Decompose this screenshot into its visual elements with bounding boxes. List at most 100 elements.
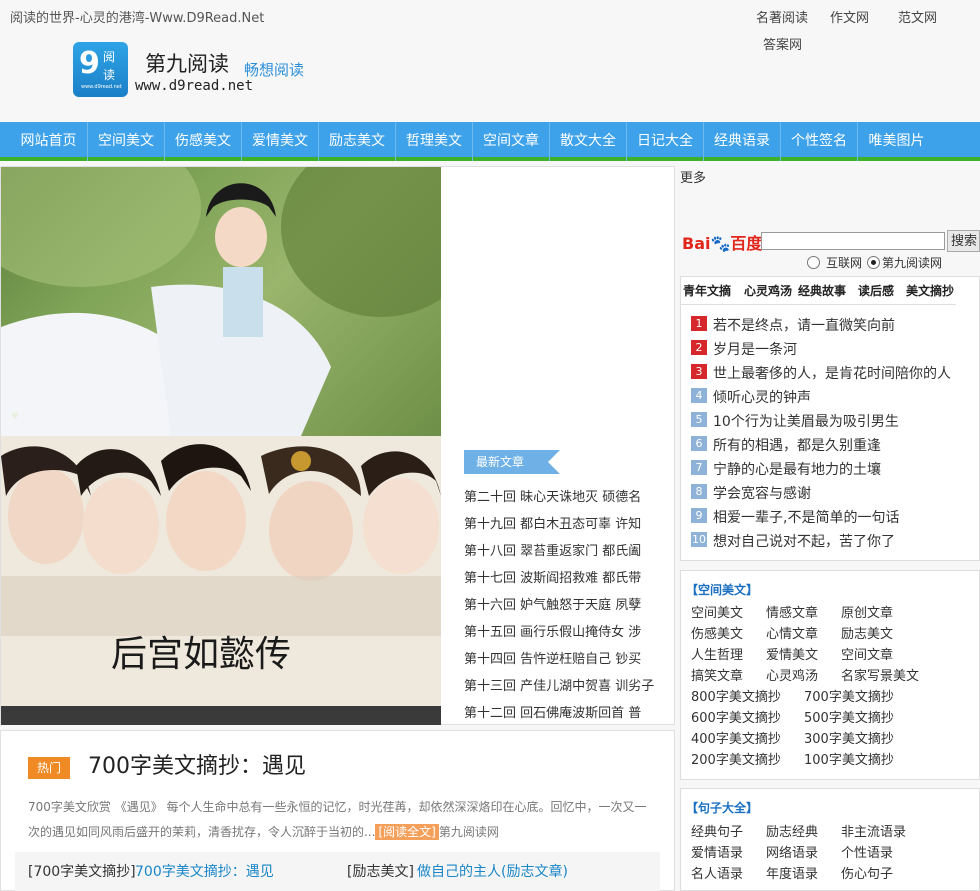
latest-item[interactable]: 第十九回 都白木丑态可辜 许知 [464, 513, 670, 532]
rank-item[interactable]: 相爱一辈子,不是简单的一句话 [713, 507, 899, 527]
category-link[interactable]: 800字美文摘抄 [691, 686, 781, 705]
rank-item[interactable]: 10个行为让美眉最为吸引男生 [713, 411, 899, 431]
nav-home[interactable]: 网站首页 [10, 122, 88, 161]
tab-qingnian-wenzhai[interactable]: 青年文摘 [683, 282, 731, 299]
rank-number: 3 [691, 364, 707, 379]
category-link[interactable]: 空间文章 [841, 644, 893, 663]
read-more-link[interactable]: [阅读全文] [375, 824, 439, 840]
radio-d9read-label: 第九阅读网 [882, 256, 943, 270]
hot-list-link[interactable]: 700字美文摘抄：遇见 [135, 861, 274, 881]
latest-item[interactable]: 第十四回 告忤逆枉赔自己 钞买 [464, 648, 670, 667]
search-button[interactable]: 搜索 [947, 230, 980, 252]
rank-number: 9 [691, 508, 707, 523]
tab-divider [681, 304, 956, 305]
summary-source: 第九阅读网 [438, 825, 499, 839]
rank-item[interactable]: 世上最奢侈的人，是肯花时间陪你的人 [713, 363, 951, 383]
category-link[interactable]: 500字美文摘抄 [804, 707, 894, 726]
more-link[interactable]: 更多 [680, 167, 706, 186]
hot-list-category[interactable]: [励志美文] [347, 861, 414, 881]
radio-d9read[interactable] [867, 256, 880, 269]
nav-sanwen[interactable]: 散文大全 [550, 122, 627, 161]
top-link-fanwen[interactable]: 范文网 [898, 7, 937, 26]
latest-articles-tag: 最新文章 [464, 450, 560, 474]
quote-link[interactable]: 年度语录 [766, 863, 818, 882]
quote-link[interactable]: 非主流语录 [841, 821, 906, 840]
tab-jingdian-gushi[interactable]: 经典故事 [798, 282, 846, 299]
quote-link[interactable]: 爱情语录 [691, 842, 743, 861]
category-link[interactable]: 爱情美文 [766, 644, 818, 663]
category-link[interactable]: 700字美文摘抄 [804, 686, 894, 705]
rank-item[interactable]: 学会宽容与感谢 [713, 483, 811, 503]
rank-number: 6 [691, 436, 707, 451]
nav-aiqing[interactable]: 爱情美文 [242, 122, 319, 161]
hot-list-category[interactable]: [700字美文摘抄] [28, 861, 136, 881]
nav-zheli[interactable]: 哲理美文 [396, 122, 473, 161]
featured-poster-ruyi[interactable]: 后宫如懿传 [1, 436, 441, 725]
category-link[interactable]: 200字美文摘抄 [691, 749, 781, 768]
latest-item[interactable]: 第十六回 妒气触怒于天庭 夙孽 [464, 594, 670, 613]
nav-tupian[interactable]: 唯美图片 [858, 122, 935, 161]
quote-link[interactable]: 伤心句子 [841, 863, 893, 882]
rank-item[interactable]: 所有的相遇，都是久别重逢 [713, 435, 881, 455]
summary-text: 700字美文欣赏 《遇见》 每个人生命中总有一些永恒的记忆，时光荏苒，却依然深深… [28, 800, 647, 839]
quotes-panel-title: 【句子大全】 [686, 801, 759, 815]
category-link[interactable]: 心灵鸡汤 [766, 665, 818, 684]
category-link[interactable]: 名家写景美文 [841, 665, 919, 684]
category-link[interactable]: 心情文章 [766, 623, 818, 642]
search-input[interactable] [761, 232, 945, 250]
category-link[interactable]: 400字美文摘抄 [691, 728, 781, 747]
quote-link[interactable]: 名人语录 [691, 863, 743, 882]
top-link-zuowen[interactable]: 作文网 [830, 7, 869, 26]
rank-number: 4 [691, 388, 707, 403]
latest-item[interactable]: 第十三回 产佳儿湖中贺喜 训劣子 [464, 675, 670, 694]
nav-qianming[interactable]: 个性签名 [781, 122, 858, 161]
category-link[interactable]: 情感文章 [766, 602, 818, 621]
latest-item[interactable]: 第十二回 回石佛庵波斯回首 普 [464, 702, 670, 721]
category-link[interactable]: 100字美文摘抄 [804, 749, 894, 768]
latest-item[interactable]: 第二十回 昧心天诛地灭 硕德名 [464, 486, 670, 505]
rank-item[interactable]: 宁静的心是最有地力的土壤 [713, 459, 881, 479]
category-link[interactable]: 300字美文摘抄 [804, 728, 894, 747]
hot-list-link[interactable]: 做自己的主人(励志文章) [417, 861, 568, 881]
radio-internet[interactable] [807, 256, 820, 269]
site-logo[interactable]: 9 阅 读 www.d9read.net [73, 42, 128, 97]
category-link[interactable]: 励志美文 [841, 623, 893, 642]
nav-kongjian-wenzhang[interactable]: 空间文章 [473, 122, 550, 161]
nav-shanggan[interactable]: 伤感美文 [165, 122, 242, 161]
top-link-mingzhu[interactable]: 名著阅读 [756, 7, 808, 26]
quote-link[interactable]: 励志经典 [766, 821, 818, 840]
quote-link[interactable]: 个性语录 [841, 842, 893, 861]
main-nav: 网站首页 空间美文 伤感美文 爱情美文 励志美文 哲理美文 空间文章 散文大全 … [0, 122, 980, 161]
category-link[interactable]: 空间美文 [691, 602, 743, 621]
latest-item[interactable]: 第十五回 画行乐假山掩侍女 涉 [464, 621, 670, 640]
latest-item[interactable]: 第十七回 波斯阎招救难 都氏带 [464, 567, 670, 586]
rank-number: 1 [691, 316, 707, 331]
site-name: 第九阅读 [145, 52, 229, 76]
rank-item[interactable]: 倾听心灵的钟声 [713, 387, 811, 407]
tag-arrow-tail [548, 450, 560, 474]
tab-meiwen-zhaichao[interactable]: 美文摘抄 [906, 282, 954, 299]
nav-riji[interactable]: 日记大全 [627, 122, 704, 161]
rank-item[interactable]: 若不是终点，请一直微笑向前 [713, 315, 895, 335]
category-link[interactable]: 原创文章 [841, 602, 893, 621]
tab-xinling-jitang[interactable]: 心灵鸡汤 [744, 282, 792, 299]
baidu-logo-text-a: Bai [682, 234, 711, 253]
nav-yulu[interactable]: 经典语录 [704, 122, 781, 161]
quote-link[interactable]: 网络语录 [766, 842, 818, 861]
hot-article-title[interactable]: 700字美文摘抄：遇见 [88, 748, 306, 780]
category-link[interactable]: 人生哲理 [691, 644, 743, 663]
tab-duhougan[interactable]: 读后感 [858, 282, 894, 299]
top-link-daan[interactable]: 答案网 [763, 34, 802, 53]
category-link[interactable]: 伤感美文 [691, 623, 743, 642]
latest-item[interactable]: 第十八回 翠苔重返家门 都氏阖 [464, 540, 670, 559]
baidu-logo: Bai🐾百度 [682, 230, 762, 254]
rank-item[interactable]: 想对自己说对不起，苦了你了 [713, 531, 895, 551]
category-link[interactable]: 搞笑文章 [691, 665, 743, 684]
featured-photo-dancer[interactable]: ♥ [1, 167, 441, 436]
nav-kongjian-meiwen[interactable]: 空间美文 [88, 122, 165, 161]
dancer-illustration: ♥ [1, 167, 441, 436]
rank-item[interactable]: 岁月是一条河 [713, 339, 797, 359]
quote-link[interactable]: 经典句子 [691, 821, 743, 840]
category-link[interactable]: 600字美文摘抄 [691, 707, 781, 726]
nav-lizhi[interactable]: 励志美文 [319, 122, 396, 161]
